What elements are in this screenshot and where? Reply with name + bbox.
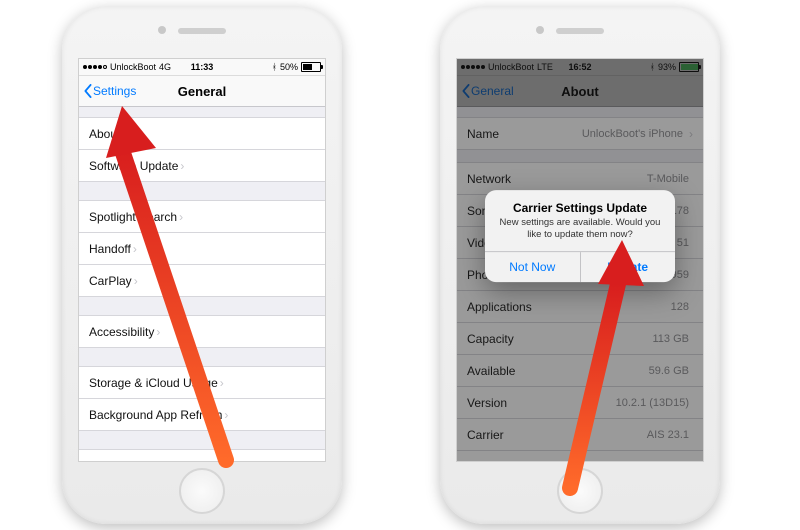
list-item[interactable]: Accessibility› [79, 315, 325, 348]
carrier-update-alert: Carrier Settings Update New settings are… [485, 190, 675, 282]
list-item-label: Spotlight Search [89, 210, 177, 224]
list-item[interactable]: Restrictions On› [79, 449, 325, 461]
chevron-right-icon: › [180, 159, 184, 173]
list-item[interactable]: Handoff› [79, 233, 325, 265]
list-item-label: Accessibility [89, 325, 154, 339]
chevron-right-icon: › [156, 325, 160, 339]
battery-percent: 50% [280, 62, 298, 72]
chevron-right-icon: › [220, 376, 224, 390]
list-item-label: Background App Refresh [89, 408, 222, 422]
list-item-label: Software Update [89, 159, 178, 173]
battery-icon [301, 62, 321, 72]
alert-message: New settings are available. Would you li… [485, 217, 675, 251]
iphone-device-right: UnlockBoot LTE 16:52 ᚼ 93% General About… [440, 6, 720, 524]
screen-right: UnlockBoot LTE 16:52 ᚼ 93% General About… [456, 58, 704, 462]
front-camera [536, 26, 544, 34]
alert-title: Carrier Settings Update [485, 190, 675, 217]
iphone-device-left: UnlockBoot 4G 11:33 ᚼ 50% Settings Gener… [62, 6, 342, 524]
not-now-button[interactable]: Not Now [485, 252, 580, 282]
list-item-label: CarPlay [89, 274, 132, 288]
screen-left: UnlockBoot 4G 11:33 ᚼ 50% Settings Gener… [78, 58, 326, 462]
bluetooth-icon: ᚼ [272, 62, 277, 72]
status-bar: UnlockBoot 4G 11:33 ᚼ 50% [79, 59, 325, 76]
chevron-right-icon: › [134, 274, 138, 288]
page-title: General [178, 84, 226, 99]
chevron-left-icon [83, 84, 93, 98]
earpiece-speaker [556, 28, 604, 34]
update-button[interactable]: Update [580, 252, 676, 282]
settings-list[interactable]: About›Software Update›Spotlight Search›H… [79, 105, 325, 461]
list-item[interactable]: Storage & iCloud Usage› [79, 366, 325, 399]
chevron-right-icon: › [311, 459, 315, 462]
list-item-label: Restrictions [89, 459, 152, 462]
earpiece-speaker [178, 28, 226, 34]
list-item-label: Storage & iCloud Usage [89, 376, 218, 390]
list-item-label: About [89, 127, 120, 141]
chevron-right-icon: › [224, 408, 228, 422]
back-button[interactable]: Settings [83, 76, 136, 106]
home-button[interactable] [557, 468, 603, 514]
list-item[interactable]: CarPlay› [79, 265, 325, 297]
chevron-right-icon: › [179, 210, 183, 224]
front-camera [158, 26, 166, 34]
carrier-label: UnlockBoot [110, 62, 156, 72]
list-item-value: On [290, 460, 309, 462]
list-item[interactable]: Software Update› [79, 150, 325, 182]
back-label: Settings [93, 84, 136, 98]
list-item[interactable]: Spotlight Search› [79, 200, 325, 233]
signal-icon [83, 65, 107, 69]
network-label: 4G [159, 62, 171, 72]
clock: 11:33 [191, 62, 214, 72]
nav-bar: Settings General [79, 76, 325, 107]
chevron-right-icon: › [122, 127, 126, 141]
list-item-label: Handoff [89, 242, 131, 256]
chevron-right-icon: › [133, 242, 137, 256]
home-button[interactable] [179, 468, 225, 514]
list-item[interactable]: Background App Refresh› [79, 399, 325, 431]
list-item[interactable]: About› [79, 117, 325, 150]
